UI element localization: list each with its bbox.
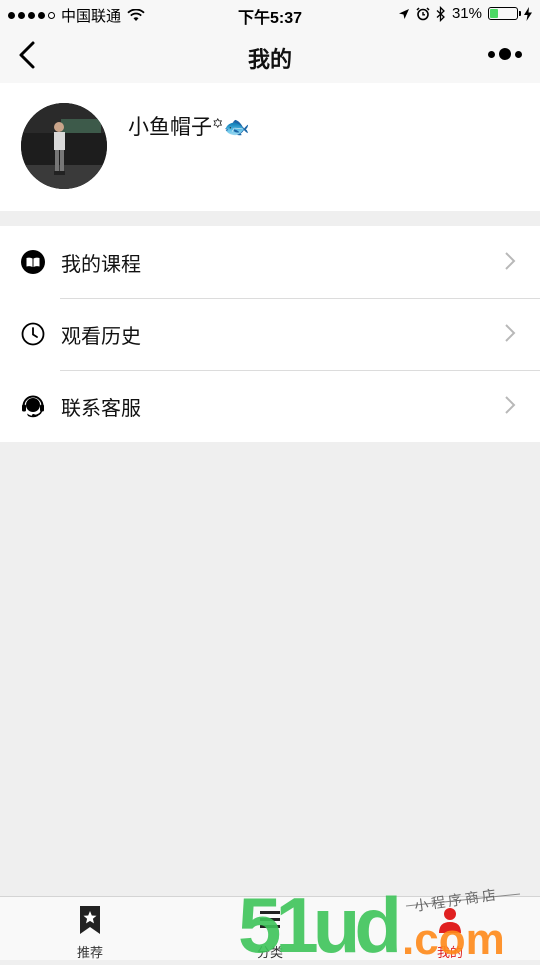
bluetooth-icon [436, 5, 445, 22]
location-arrow-icon [398, 8, 409, 19]
avatar-photo [21, 103, 107, 189]
menu-item-customer-service[interactable]: 联系客服 [0, 370, 540, 442]
alarm-icon [416, 6, 430, 20]
bookmark-star-icon [80, 906, 100, 934]
nav-bar: 我的 [0, 28, 540, 83]
headset-icon [22, 395, 44, 418]
more-menu-icon[interactable] [488, 48, 522, 60]
chevron-right-icon [505, 252, 516, 270]
menu-item-label: 联系客服 [61, 398, 141, 420]
profile-icon [439, 908, 461, 933]
status-right: 31% [398, 5, 532, 22]
charging-bolt-icon [524, 6, 532, 21]
battery-icon [488, 7, 521, 20]
category-icon [260, 911, 280, 928]
chevron-right-icon [505, 396, 516, 414]
status-bar: 中国联通 下午5:37 31% [0, 0, 540, 28]
battery-percent: 31% [451, 5, 482, 22]
book-icon [21, 250, 45, 274]
username: 小鱼帽子꙳🐟 [128, 116, 250, 139]
tab-category[interactable]: 分类 [180, 897, 360, 960]
menu-item-watch-history[interactable]: 观看历史 [0, 298, 540, 370]
tab-label: 推荐 [76, 945, 103, 960]
menu-list: 我的课程 观看历史 联系客服 [0, 226, 540, 442]
chevron-right-icon [505, 324, 516, 342]
avatar[interactable] [21, 103, 107, 189]
menu-item-label: 观看历史 [61, 326, 141, 348]
tab-recommend[interactable]: 推荐 [0, 897, 180, 960]
menu-item-label: 我的课程 [61, 254, 141, 276]
tab-bar: 推荐 分类 我的 [0, 896, 540, 960]
page-title: 我的 [247, 47, 292, 72]
tab-label: 分类 [256, 945, 283, 960]
clock-icon [21, 322, 45, 346]
tab-label: 我的 [436, 945, 463, 960]
profile-card: 小鱼帽子꙳🐟 [0, 83, 540, 211]
menu-item-my-courses[interactable]: 我的课程 [0, 226, 540, 298]
tab-mine[interactable]: 我的 [360, 897, 540, 960]
